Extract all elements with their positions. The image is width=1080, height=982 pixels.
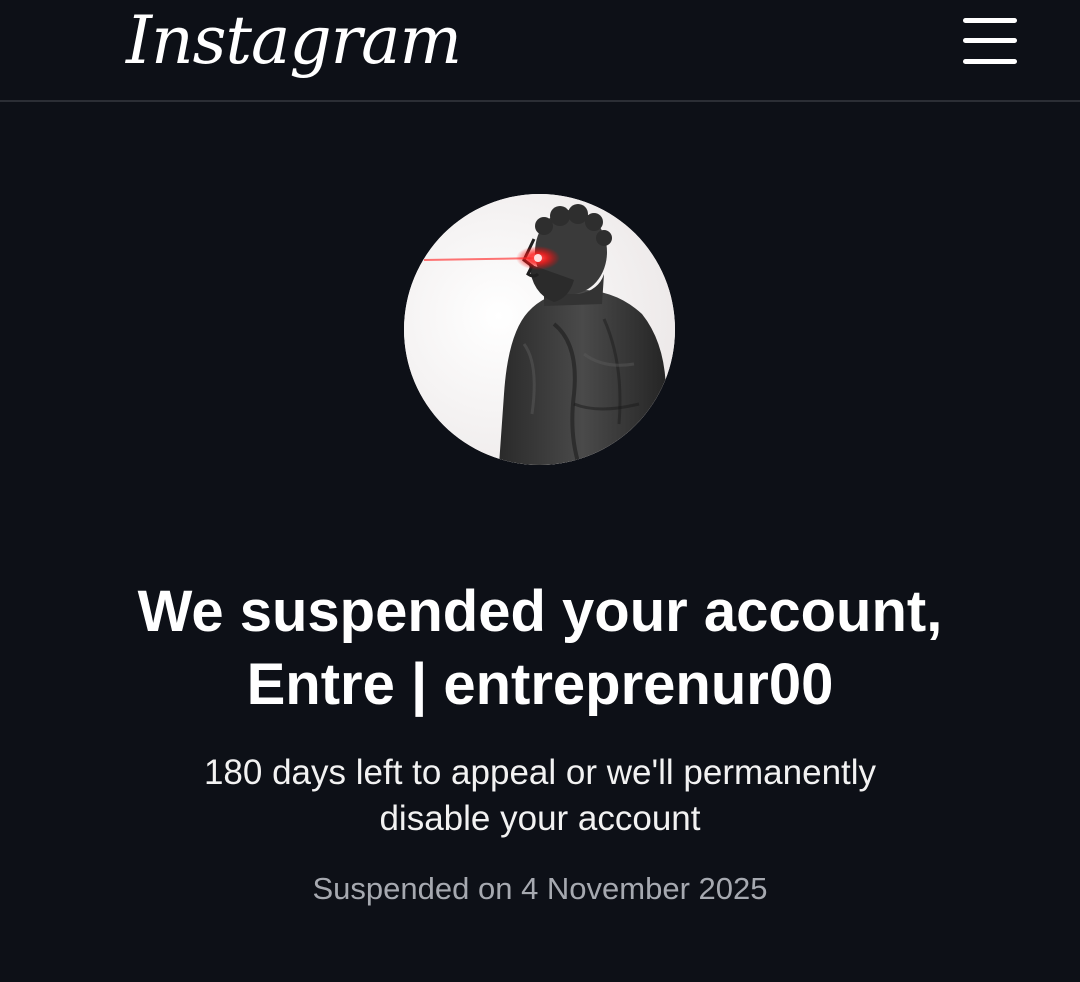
suspension-title-line1: We suspended your account, [137,579,943,644]
appeal-message: 180 days left to appeal or we'll permane… [140,750,940,842]
menu-line-bottom [963,59,1017,64]
suspended-date: Suspended on 4 November 2025 [312,871,768,906]
menu-line-middle [963,38,1017,43]
suspension-title-line2: Entre | entreprenur00 [246,652,834,717]
instagram-logo[interactable]: Instagram [126,0,462,82]
menu-line-top [963,18,1017,23]
appeal-message-line2: disable your account [379,799,701,838]
top-bar: Instagram [0,0,1080,102]
hamburger-menu-icon[interactable] [960,16,1020,68]
appeal-message-line1: 180 days left to appeal or we'll permane… [203,753,877,792]
suspension-title: We suspended your account, Entre | entre… [40,575,1040,721]
statue-avatar-icon [404,194,675,465]
profile-avatar [404,194,675,465]
